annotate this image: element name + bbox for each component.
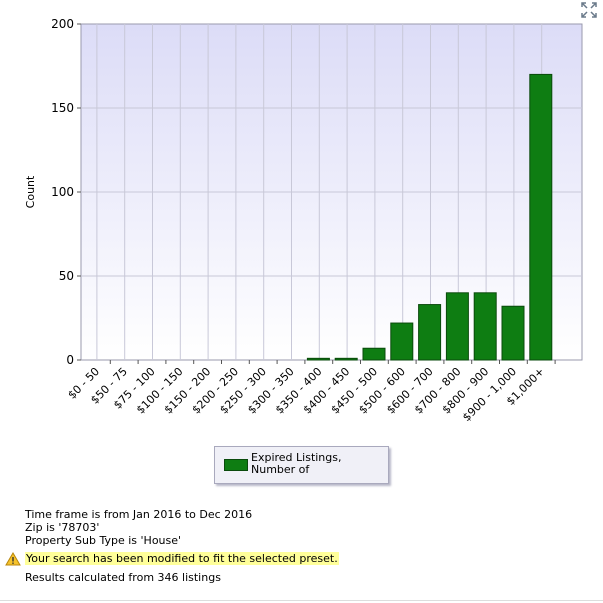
bar-chart: 0 50 100 150 200 $0 - 50$50 - 75$75 - 100$10… (24, 17, 583, 424)
bar-11[interactable] (390, 322, 414, 361)
legend-label: Expired Listings, Number of (251, 451, 342, 476)
expand-icon[interactable] (580, 1, 598, 19)
y-tick-label: 100 (51, 185, 74, 199)
property-subtype-text: Property Sub Type is 'House' (25, 534, 182, 547)
bar-13[interactable] (445, 292, 469, 361)
y-tick-label: 0 (66, 353, 74, 367)
bar-12[interactable] (418, 304, 442, 361)
chart-legend: Expired Listings, Number of (214, 446, 389, 484)
warning-notice: Your search has been modified to fit the… (5, 551, 339, 566)
bar-8[interactable] (306, 357, 330, 361)
divider (0, 600, 603, 601)
x-axis: $0 - 50$50 - 75$75 - 100$100 - 150$150 -… (65, 360, 556, 424)
y-tick-label: 200 (51, 17, 74, 31)
bar-15[interactable] (501, 305, 525, 361)
y-tick-label: 50 (59, 269, 74, 283)
results-count-text: Results calculated from 346 listings (25, 571, 221, 584)
bar-14[interactable] (473, 292, 497, 361)
legend-swatch (224, 459, 248, 471)
warning-icon (5, 551, 21, 565)
bar-10[interactable] (362, 347, 386, 361)
warning-text: Your search has been modified to fit the… (25, 552, 339, 565)
time-frame-text: Time frame is from Jan 2016 to Dec 2016 (25, 508, 253, 521)
y-tick-label: 150 (51, 101, 74, 115)
y-axis-label: Count (24, 175, 37, 208)
bar-16[interactable] (529, 73, 553, 361)
zip-text: Zip is '78703' (25, 521, 100, 534)
y-axis: 0 50 100 150 200 (51, 17, 81, 367)
bar-9[interactable] (334, 357, 358, 361)
